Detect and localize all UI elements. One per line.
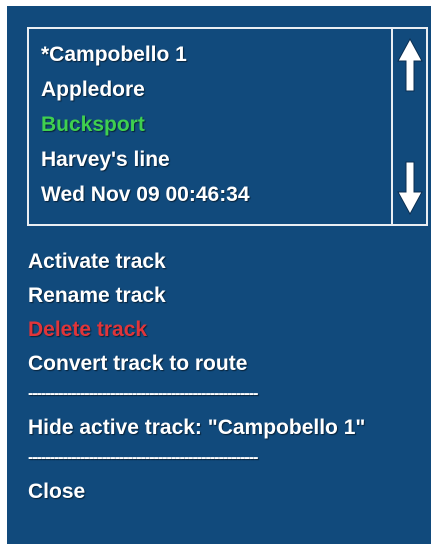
scroll-down-button[interactable] xyxy=(393,158,426,218)
activate-track-item[interactable]: Activate track xyxy=(28,245,428,279)
scroll-up-button[interactable] xyxy=(393,35,426,95)
close-item[interactable]: Close xyxy=(28,475,428,509)
track-item-campobello-1[interactable]: *Campobello 1 xyxy=(29,37,385,72)
arrow-down-icon xyxy=(396,161,423,216)
arrow-up-icon xyxy=(396,37,423,92)
rename-track-item[interactable]: Rename track xyxy=(28,279,428,313)
menu-separator: ----------------------------------------… xyxy=(28,385,258,402)
delete-track-item[interactable]: Delete track xyxy=(28,313,428,347)
track-actions-menu: Activate track Rename track Delete track… xyxy=(28,245,428,509)
track-item-harveys-line[interactable]: Harvey's line xyxy=(29,142,385,177)
track-item-wed-nov-09[interactable]: Wed Nov 09 00:46:34 xyxy=(29,177,385,212)
track-list-items: *Campobello 1 Appledore Bucksport Harvey… xyxy=(29,29,385,224)
track-list: *Campobello 1 Appledore Bucksport Harvey… xyxy=(27,27,428,226)
hide-active-track-item[interactable]: Hide active track: "Campobello 1" xyxy=(28,411,428,445)
track-item-appledore[interactable]: Appledore xyxy=(29,72,385,107)
track-menu-panel: *Campobello 1 Appledore Bucksport Harvey… xyxy=(7,6,431,544)
track-item-bucksport[interactable]: Bucksport xyxy=(29,107,385,142)
convert-track-to-route-item[interactable]: Convert track to route xyxy=(28,347,428,381)
track-list-scrollbar xyxy=(391,29,426,224)
menu-separator: ----------------------------------------… xyxy=(28,449,258,466)
